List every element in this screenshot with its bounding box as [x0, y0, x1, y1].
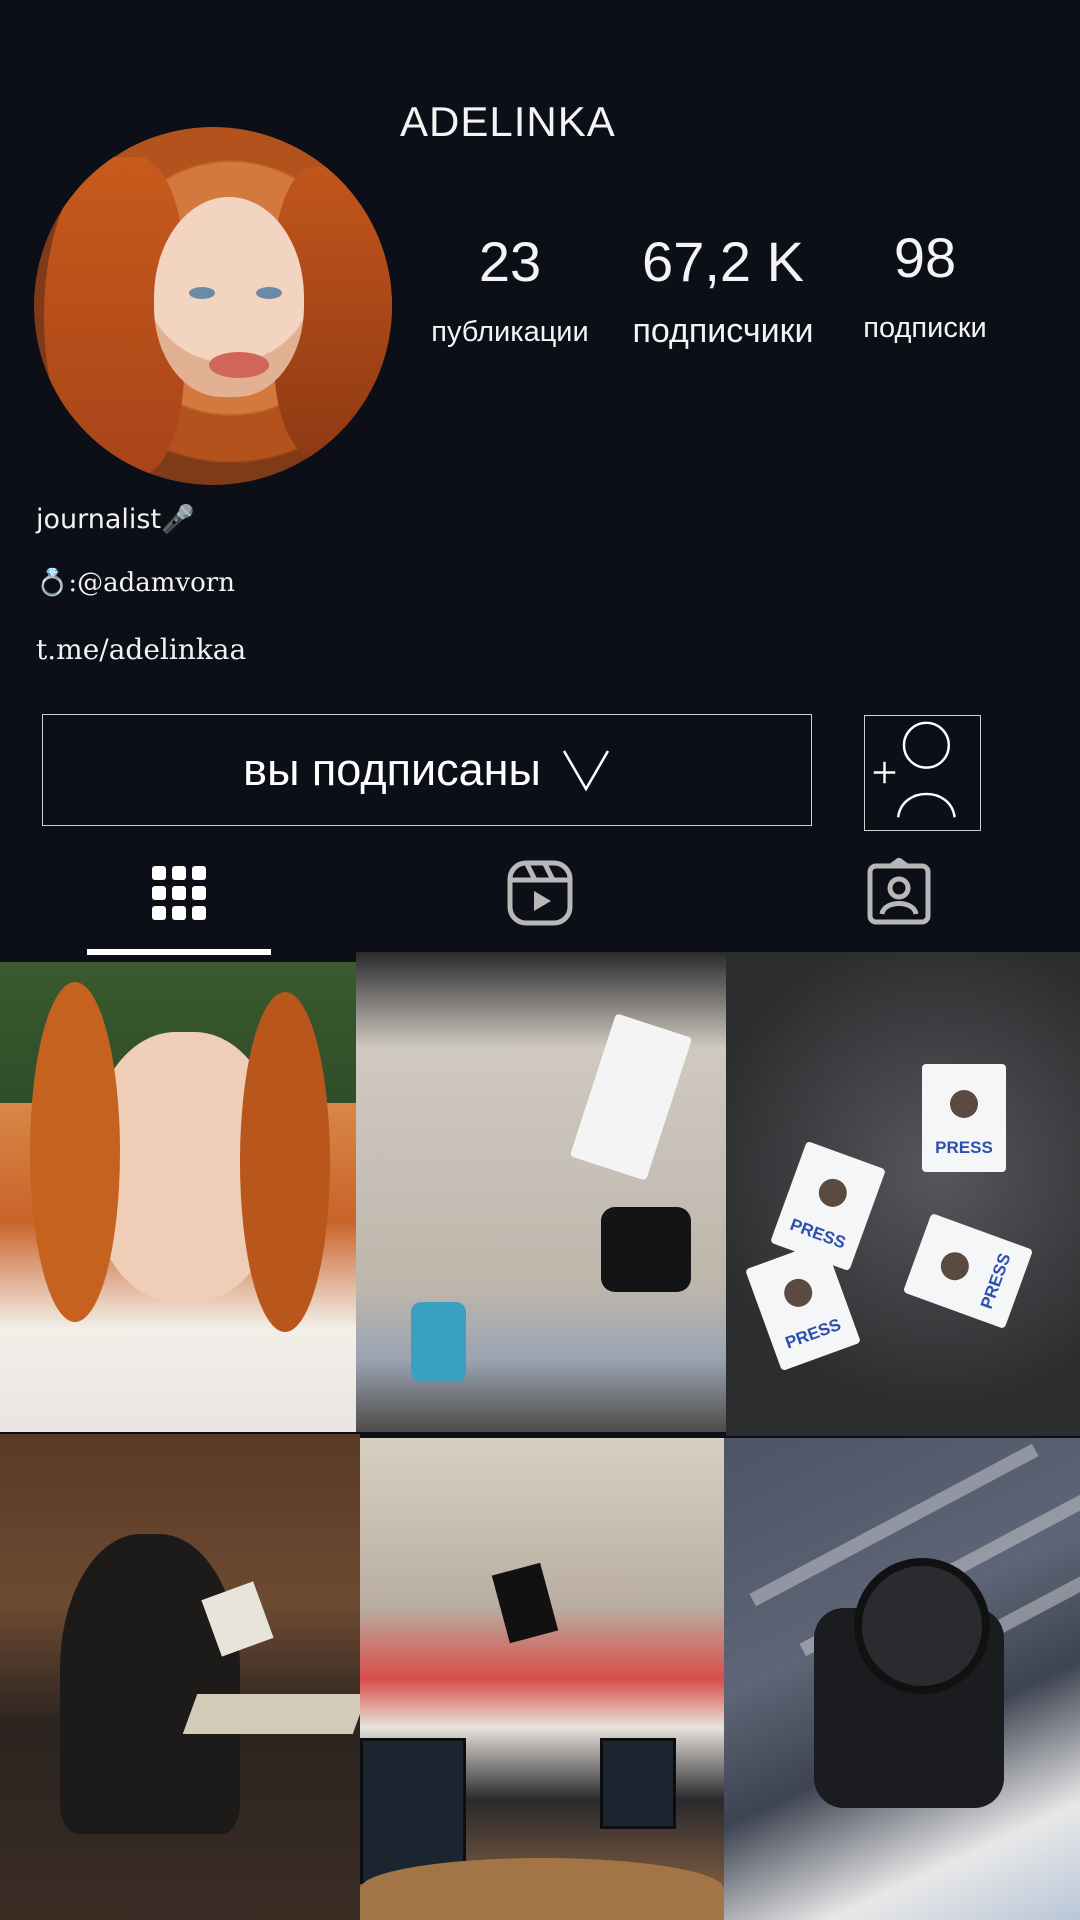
post-speaker: [491, 1562, 559, 1644]
grid-icon: [152, 866, 206, 920]
post-thumbnail-camera-closeup[interactable]: [724, 1438, 1080, 1920]
post-thumbnail-notebook-camera[interactable]: [356, 952, 726, 1432]
press-badge: PRESS: [902, 1213, 1034, 1329]
following-button-label: вы подписаны: [243, 744, 541, 795]
following-button[interactable]: вы подписаны: [42, 714, 812, 826]
avatar-eye-left: [189, 287, 215, 299]
profile-avatar[interactable]: [34, 127, 392, 485]
post-person: [60, 1534, 240, 1834]
post-thumbnail-press-badges[interactable]: PRESS PRESS PRESS PRESS: [726, 952, 1080, 1436]
stat-posts-count: 23: [478, 230, 542, 293]
bio-occupation: journalist🎤: [36, 504, 195, 535]
reels-icon: [507, 860, 573, 926]
chevron-down-icon: [562, 750, 609, 792]
post-table: [182, 1694, 360, 1734]
add-person-icon: [873, 721, 956, 818]
post-hair-right: [240, 992, 330, 1332]
profile-username: ADELINKA: [400, 98, 616, 145]
stat-followers-count: 67,2 K: [642, 230, 804, 293]
post-thumbnail-selfie-white-shirt[interactable]: [0, 962, 356, 1432]
stat-posts-label: публикации: [431, 316, 589, 348]
avatar-eye-right: [256, 287, 282, 299]
bio-partner-mention[interactable]: 💍:@adamvorn: [36, 568, 235, 598]
suggested-people-button[interactable]: [864, 715, 981, 831]
tab-grid[interactable]: [144, 858, 214, 928]
tagged-user-icon: [867, 856, 931, 925]
post-thumbnail-radio-studio[interactable]: [360, 1438, 724, 1920]
post-blue-bag: [411, 1302, 466, 1382]
active-tab-indicator: [87, 949, 271, 955]
stat-following[interactable]: 98 подписки: [845, 230, 1005, 343]
tab-reels[interactable]: [505, 858, 575, 928]
avatar-lips: [209, 352, 269, 378]
stat-following-label: подписки: [863, 312, 987, 344]
press-badge: PRESS: [922, 1064, 1006, 1172]
post-hair-left: [30, 982, 120, 1322]
bio-link[interactable]: t.me/adelinkaa: [36, 633, 246, 666]
stat-posts[interactable]: 23 публикации: [420, 234, 600, 347]
post-notebook: [569, 1013, 693, 1181]
post-camera: [601, 1207, 691, 1292]
stat-followers-label: подписчики: [632, 312, 814, 350]
stat-following-count: 98: [893, 226, 957, 289]
post-thumbnail-reading-cafe[interactable]: [0, 1434, 360, 1920]
stat-followers[interactable]: 67,2 K подписчики: [612, 230, 834, 350]
tab-tagged[interactable]: [864, 856, 934, 928]
post-desk: [360, 1858, 724, 1920]
post-camera-lens: [854, 1558, 990, 1694]
post-monitor: [600, 1738, 676, 1829]
